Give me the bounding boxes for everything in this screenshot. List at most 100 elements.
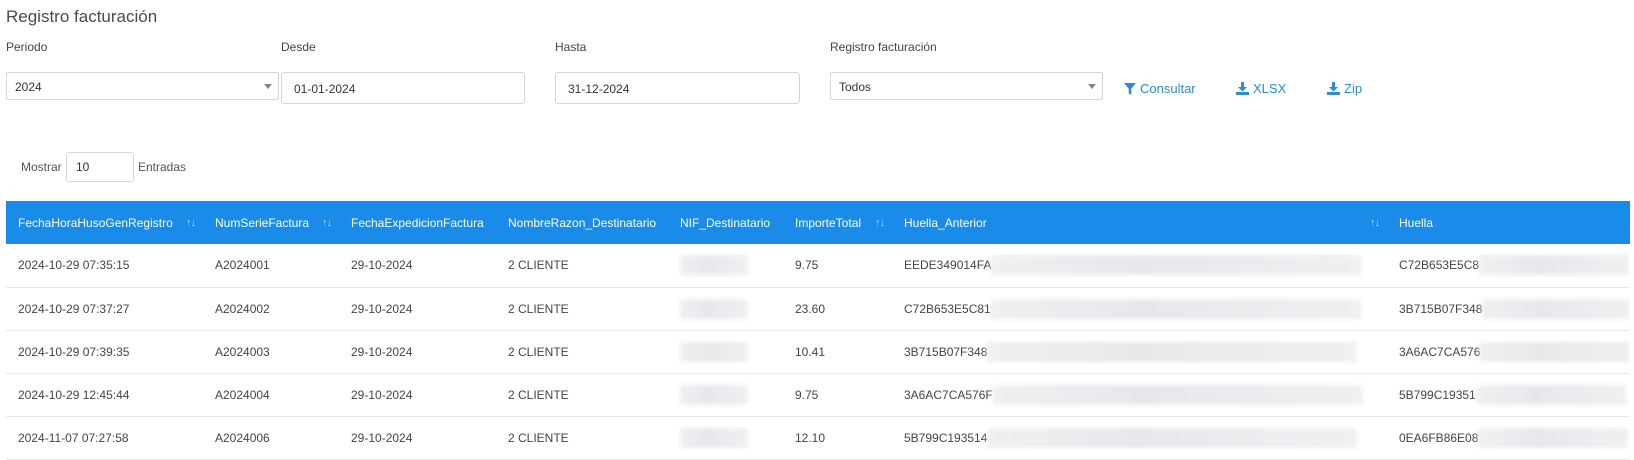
periodo-select[interactable]: 2024	[6, 72, 279, 100]
cell-nombre: 2 CLIENTE	[508, 301, 569, 316]
registro-value: Todos	[839, 80, 872, 94]
billing-records-table: FechaHoraHusoGenRegistro ↑↓ NumSerieFactu…	[6, 201, 1630, 460]
hasta-date-input[interactable]: 31-12-2024	[555, 72, 800, 104]
table-row: 2024-10-29 07:37:27 A2024002 29-10-2024 …	[6, 287, 1630, 330]
cell-num-serie: A2024004	[215, 387, 270, 402]
hash-prefix: 5B799C193514	[904, 430, 988, 445]
column-header-nif[interactable]: NIF_Destinatario	[668, 201, 783, 244]
redacted-block	[680, 298, 748, 319]
mostrar-label: Mostrar	[21, 160, 62, 174]
redacted-block	[1482, 298, 1630, 319]
download-icon	[1236, 82, 1249, 95]
periodo-label: Periodo	[6, 40, 48, 54]
cell-huella: C72B653E5C8	[1387, 244, 1630, 287]
cell-nombre: 2 CLIENTE	[508, 344, 569, 359]
cell-num-serie: A2024002	[215, 301, 270, 316]
cell-huella: 3A6AC7CA576	[1387, 330, 1630, 373]
cell-nombre: 2 CLIENTE	[508, 387, 569, 402]
column-header-numserie[interactable]: NumSerieFactura ↑↓	[203, 201, 339, 244]
xlsx-button[interactable]: XLSX	[1236, 81, 1286, 96]
cell-fecha-hora: 2024-11-07 07:27:58	[18, 430, 129, 445]
cell-huella: 5B799C19351	[1387, 373, 1630, 416]
periodo-value: 2024	[15, 80, 42, 94]
hasta-label: Hasta	[555, 40, 587, 54]
cell-nif-redacted	[668, 416, 783, 459]
cell-huella: 3B715B07F348	[1387, 287, 1630, 330]
hash-prefix: 3A6AC7CA576	[1399, 344, 1481, 359]
sort-icon: ↑↓	[875, 217, 885, 229]
hash-prefix: 3B715B07F348	[904, 344, 988, 359]
xlsx-label: XLSX	[1253, 81, 1287, 96]
cell-huella-anterior: 3A6AC7CA576F	[892, 373, 1387, 416]
cell-huella: 0EA6FB86E08	[1387, 416, 1630, 459]
cell-nif-redacted	[668, 287, 783, 330]
page-title: Registro facturación	[6, 7, 158, 26]
cell-importe: 9.75	[795, 387, 819, 402]
column-header-fechahora[interactable]: FechaHoraHusoGenRegistro ↑↓	[6, 201, 203, 244]
redacted-block	[990, 298, 1361, 319]
hash-prefix: 0EA6FB86E08	[1399, 430, 1479, 445]
cell-nombre: 2 CLIENTE	[508, 258, 569, 273]
hash-prefix: 5B799C19351	[1399, 387, 1476, 402]
cell-fecha-hora: 2024-10-29 07:39:35	[18, 344, 130, 359]
filter-icon	[1124, 82, 1136, 95]
registro-select[interactable]: Todos	[830, 72, 1103, 100]
cell-num-serie: A2024006	[215, 430, 270, 445]
table-row: 2024-10-29 12:45:44 A2024004 29-10-2024 …	[6, 373, 1630, 416]
redacted-block	[1475, 384, 1626, 405]
redacted-block	[680, 427, 748, 448]
hash-prefix: C72B653E5C81	[904, 301, 991, 316]
consultar-button[interactable]: Consultar	[1124, 81, 1196, 96]
hash-prefix: 3B715B07F348	[1399, 301, 1483, 316]
cell-fecha-expedicion: 29-10-2024	[351, 344, 413, 359]
sort-icon: ↑↓	[186, 217, 196, 229]
column-header-nombre[interactable]: NombreRazon_Destinatario	[496, 201, 668, 244]
redacted-block	[992, 384, 1363, 405]
zip-button[interactable]: Zip	[1327, 81, 1362, 96]
cell-huella-anterior: 3B715B07F348	[892, 330, 1387, 373]
redacted-block	[680, 255, 748, 276]
cell-fecha-expedicion: 29-10-2024	[351, 301, 413, 316]
redacted-block	[1480, 341, 1630, 362]
table-header-row: FechaHoraHusoGenRegistro ↑↓ NumSerieFactu…	[6, 201, 1630, 244]
cell-num-serie: A2024003	[215, 344, 270, 359]
cell-fecha-expedicion: 29-10-2024	[351, 387, 413, 402]
redacted-block	[680, 384, 748, 405]
desde-date-input[interactable]: 01-01-2024	[281, 72, 525, 104]
chevron-down-icon	[1088, 84, 1096, 89]
redacted-block	[987, 427, 1358, 448]
download-icon	[1327, 82, 1340, 95]
redacted-block	[1478, 427, 1629, 448]
consultar-label: Consultar	[1140, 81, 1196, 96]
registro-label: Registro facturación	[830, 40, 937, 54]
sort-icon: ↑↓	[322, 217, 332, 229]
cell-nombre: 2 CLIENTE	[508, 430, 569, 445]
cell-fecha-hora: 2024-10-29 07:37:27	[18, 301, 130, 316]
table-row: 2024-10-29 07:35:15 A2024001 29-10-2024 …	[6, 244, 1630, 287]
column-header-importe[interactable]: ImporteTotal ↑↓	[783, 201, 892, 244]
cell-huella-anterior: C72B653E5C81	[892, 287, 1387, 330]
cell-fecha-hora: 2024-10-29 12:45:44	[18, 387, 130, 402]
entradas-label: Entradas	[138, 160, 187, 174]
column-header-huella-anterior[interactable]: Huella_Anterior ↑↓	[892, 201, 1387, 244]
cell-nif-redacted	[668, 330, 783, 373]
column-header-fechaexpedicion[interactable]: FechaExpedicionFactura	[339, 201, 496, 244]
cell-importe: 10.41	[795, 344, 826, 359]
hash-prefix: EEDE349014FA	[904, 258, 992, 273]
cell-huella-anterior: 5B799C193514	[892, 416, 1387, 459]
entries-per-page-input[interactable]: 10	[66, 152, 134, 182]
desde-label: Desde	[281, 40, 316, 54]
column-header-huella[interactable]: Huella	[1387, 201, 1630, 244]
cell-fecha-expedicion: 29-10-2024	[351, 430, 413, 445]
chevron-down-icon	[264, 84, 272, 89]
zip-label: Zip	[1344, 81, 1363, 96]
cell-fecha-hora: 2024-10-29 07:35:15	[18, 258, 130, 273]
cell-importe: 23.60	[795, 301, 826, 316]
redacted-block	[680, 341, 748, 362]
cell-importe: 12.10	[795, 430, 826, 445]
cell-nif-redacted	[668, 373, 783, 416]
hash-prefix: 3A6AC7CA576F	[904, 387, 993, 402]
redacted-block	[991, 255, 1362, 276]
cell-importe: 9.75	[795, 258, 819, 273]
hash-prefix: C72B653E5C8	[1399, 258, 1480, 273]
